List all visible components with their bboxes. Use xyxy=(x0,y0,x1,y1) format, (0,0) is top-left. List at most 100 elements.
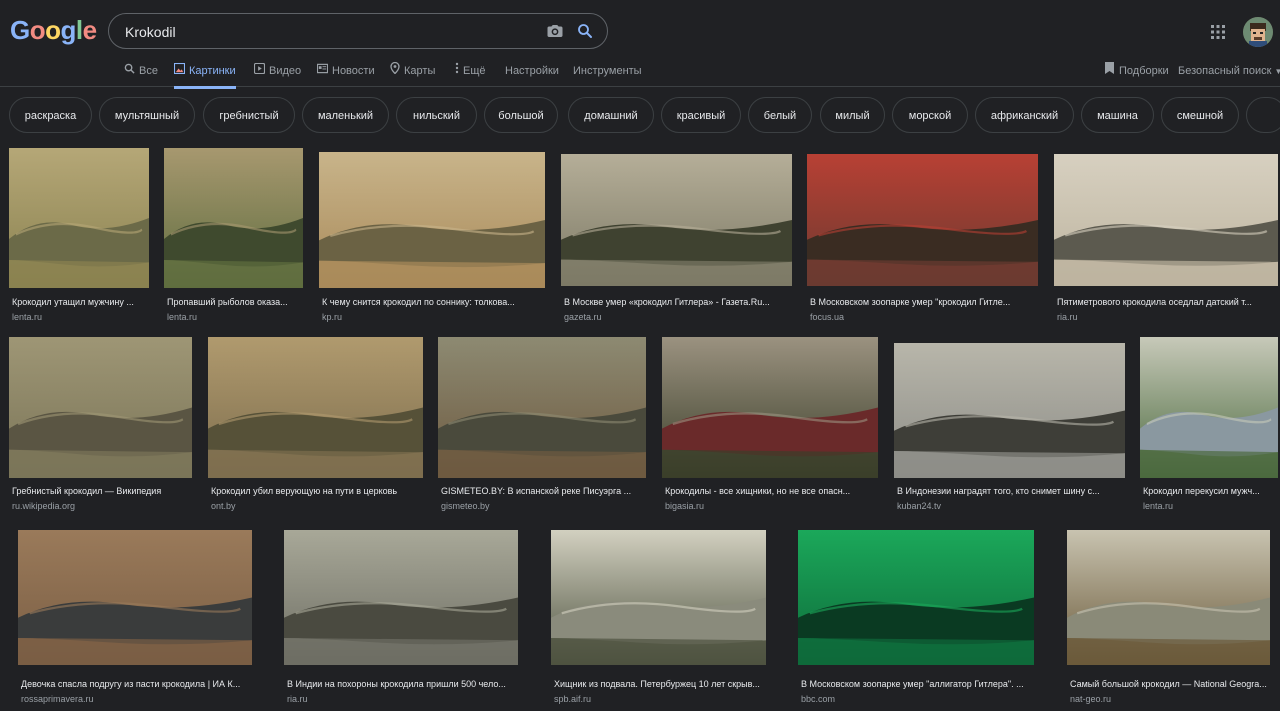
result-source[interactable]: gazeta.ru xyxy=(564,312,789,322)
tab-1[interactable]: Все xyxy=(124,61,158,89)
result-source[interactable]: ria.ru xyxy=(1057,312,1275,322)
result-thumbnail[interactable] xyxy=(1067,530,1270,665)
result-thumbnail[interactable] xyxy=(894,343,1125,478)
tab-7[interactable]: Настройки xyxy=(505,61,559,89)
image-result-card[interactable]: В Москве умер «крокодил Гитлера» - Газет… xyxy=(561,148,792,323)
image-result-card[interactable]: В Индии на похороны крокодила пришли 500… xyxy=(284,530,518,705)
image-result-card[interactable]: В Московском зоопарке умер "крокодил Гит… xyxy=(807,148,1038,323)
tab-6[interactable]: Ещё xyxy=(455,61,486,89)
result-thumbnail[interactable] xyxy=(807,154,1038,286)
suggestion-chip[interactable]: красивый xyxy=(661,97,741,133)
tab-2[interactable]: Картинки xyxy=(173,61,236,89)
result-caption[interactable]: Гребнистый крокодил — Википедия xyxy=(12,486,189,496)
suggestion-chip[interactable]: домашний xyxy=(568,97,654,133)
image-result-card[interactable]: Пропавший рыболов оказа... lenta.ru xyxy=(164,148,303,323)
safe-search-dropdown[interactable]: Безопасный поиск ▼ xyxy=(1178,61,1280,89)
suggestion-chip[interactable]: маленький xyxy=(302,97,389,133)
image-result-card[interactable]: Хищник из подвала. Петербуржец 10 лет ск… xyxy=(551,530,766,705)
result-thumbnail[interactable] xyxy=(1054,154,1278,286)
suggestion-chip[interactable]: машина xyxy=(1081,97,1154,133)
result-source[interactable]: lenta.ru xyxy=(167,312,300,322)
search-icon[interactable] xyxy=(576,22,594,40)
user-avatar[interactable] xyxy=(1243,17,1273,47)
result-caption[interactable]: Девочка спасла подругу из пасти крокодил… xyxy=(21,679,249,689)
result-caption[interactable]: Крокодилы - все хищники, но не все опасн… xyxy=(665,486,875,496)
suggestion-chip[interactable]: нильский xyxy=(396,97,477,133)
suggestion-chip[interactable]: морской xyxy=(892,97,968,133)
collections-link[interactable]: Подборки xyxy=(1104,61,1169,89)
result-source[interactable]: ru.wikipedia.org xyxy=(12,501,189,511)
result-source[interactable]: ria.ru xyxy=(287,694,515,704)
result-thumbnail[interactable] xyxy=(9,337,192,478)
suggestion-chip[interactable]: милый xyxy=(820,97,885,133)
result-caption[interactable]: Крокодил утащил мужчину ... xyxy=(12,297,146,307)
result-thumbnail[interactable] xyxy=(164,148,303,288)
suggestion-chip[interactable]: раскраска xyxy=(9,97,92,133)
result-source[interactable]: focus.ua xyxy=(810,312,1035,322)
image-result-card[interactable]: Гребнистый крокодил — Википедия ru.wikipe… xyxy=(9,337,192,512)
result-source[interactable]: rossaprimavera.ru xyxy=(21,694,249,704)
image-result-card[interactable]: Крокодил убил верующую на пути в церковь… xyxy=(208,337,423,512)
apps-grid-icon[interactable] xyxy=(1210,24,1226,40)
image-result-card[interactable]: В Индонезии наградят того, кто снимет ши… xyxy=(894,337,1125,512)
tab-5[interactable]: Карты xyxy=(390,61,435,89)
result-caption[interactable]: GISMETEO.BY: В испанской реке Писуэрга .… xyxy=(441,486,643,496)
result-caption[interactable]: В Московском зоопарке умер "аллигатор Ги… xyxy=(801,679,1031,689)
result-thumbnail[interactable] xyxy=(798,530,1034,665)
result-caption[interactable]: Самый большой крокодил — National Geogra… xyxy=(1070,679,1267,689)
google-logo[interactable]: Google xyxy=(10,15,97,46)
result-source[interactable]: kp.ru xyxy=(322,312,542,322)
result-caption[interactable]: В Московском зоопарке умер "крокодил Гит… xyxy=(810,297,1035,307)
camera-icon[interactable] xyxy=(546,22,564,40)
result-source[interactable]: kuban24.tv xyxy=(897,501,1122,511)
image-result-card[interactable]: GISMETEO.BY: В испанской реке Писуэрга .… xyxy=(438,337,646,512)
suggestion-chip[interactable]: мультяшный xyxy=(99,97,195,133)
suggestion-chip[interactable]: смешной xyxy=(1161,97,1239,133)
result-thumbnail[interactable] xyxy=(438,337,646,478)
result-thumbnail[interactable] xyxy=(551,530,766,665)
result-caption[interactable]: Крокодил убил верующую на пути в церковь xyxy=(211,486,420,496)
result-thumbnail[interactable] xyxy=(9,148,149,288)
image-result-card[interactable]: Девочка спасла подругу из пасти крокодил… xyxy=(18,530,252,705)
result-source[interactable]: lenta.ru xyxy=(1143,501,1275,511)
result-thumbnail[interactable] xyxy=(662,337,878,478)
result-source[interactable]: bbc.com xyxy=(801,694,1031,704)
tab-8[interactable]: Инструменты xyxy=(573,61,642,89)
result-caption[interactable]: Хищник из подвала. Петербуржец 10 лет ск… xyxy=(554,679,763,689)
search-input[interactable] xyxy=(123,21,527,43)
suggestion-chip[interactable]: африканский xyxy=(975,97,1074,133)
result-thumbnail[interactable] xyxy=(1140,337,1278,478)
image-result-card[interactable]: Крокодилы - все хищники, но не все опасн… xyxy=(662,337,878,512)
result-thumbnail[interactable] xyxy=(18,530,252,665)
result-thumbnail[interactable] xyxy=(561,154,792,286)
result-thumbnail[interactable] xyxy=(284,530,518,665)
search-box[interactable] xyxy=(108,13,608,49)
suggestion-chip[interactable]: белый xyxy=(748,97,812,133)
image-result-card[interactable]: В Московском зоопарке умер "аллигатор Ги… xyxy=(798,530,1034,705)
result-caption[interactable]: Пятиметрового крокодила оседлал датский … xyxy=(1057,297,1275,307)
result-source[interactable]: ont.by xyxy=(211,501,420,511)
result-caption[interactable]: В Индонезии наградят того, кто снимет ши… xyxy=(897,486,1122,496)
result-thumbnail[interactable] xyxy=(208,337,423,478)
result-source[interactable]: spb.aif.ru xyxy=(554,694,763,704)
result-source[interactable]: lenta.ru xyxy=(12,312,146,322)
suggestion-chip[interactable]: большой xyxy=(484,97,558,133)
result-caption[interactable]: В Индии на похороны крокодила пришли 500… xyxy=(287,679,515,689)
result-caption[interactable]: В Москве умер «крокодил Гитлера» - Газет… xyxy=(564,297,789,307)
image-result-card[interactable]: Крокодил перекусил мужч... lenta.ru xyxy=(1140,337,1278,512)
result-caption[interactable]: Пропавший рыболов оказа... xyxy=(167,297,300,307)
image-result-card[interactable]: Самый большой крокодил — National Geogra… xyxy=(1067,530,1270,705)
tab-3[interactable]: Видео xyxy=(253,61,301,89)
image-result-card[interactable]: Пятиметрового крокодила оседлал датский … xyxy=(1054,148,1278,323)
result-caption[interactable]: К чему снится крокодил по соннику: толко… xyxy=(322,297,542,307)
suggestion-chip[interactable] xyxy=(1246,97,1280,133)
image-result-card[interactable]: К чему снится крокодил по соннику: толко… xyxy=(319,148,545,323)
image-result-card[interactable]: Крокодил утащил мужчину ... lenta.ru xyxy=(9,148,149,323)
suggestion-chip[interactable]: гребнистый xyxy=(203,97,295,133)
result-caption[interactable]: Крокодил перекусил мужч... xyxy=(1143,486,1275,496)
result-source[interactable]: gismeteo.by xyxy=(441,501,643,511)
tab-4[interactable]: Новости xyxy=(316,61,375,89)
result-source[interactable]: bigasia.ru xyxy=(665,501,875,511)
result-thumbnail[interactable] xyxy=(319,152,545,288)
result-source[interactable]: nat-geo.ru xyxy=(1070,694,1267,704)
